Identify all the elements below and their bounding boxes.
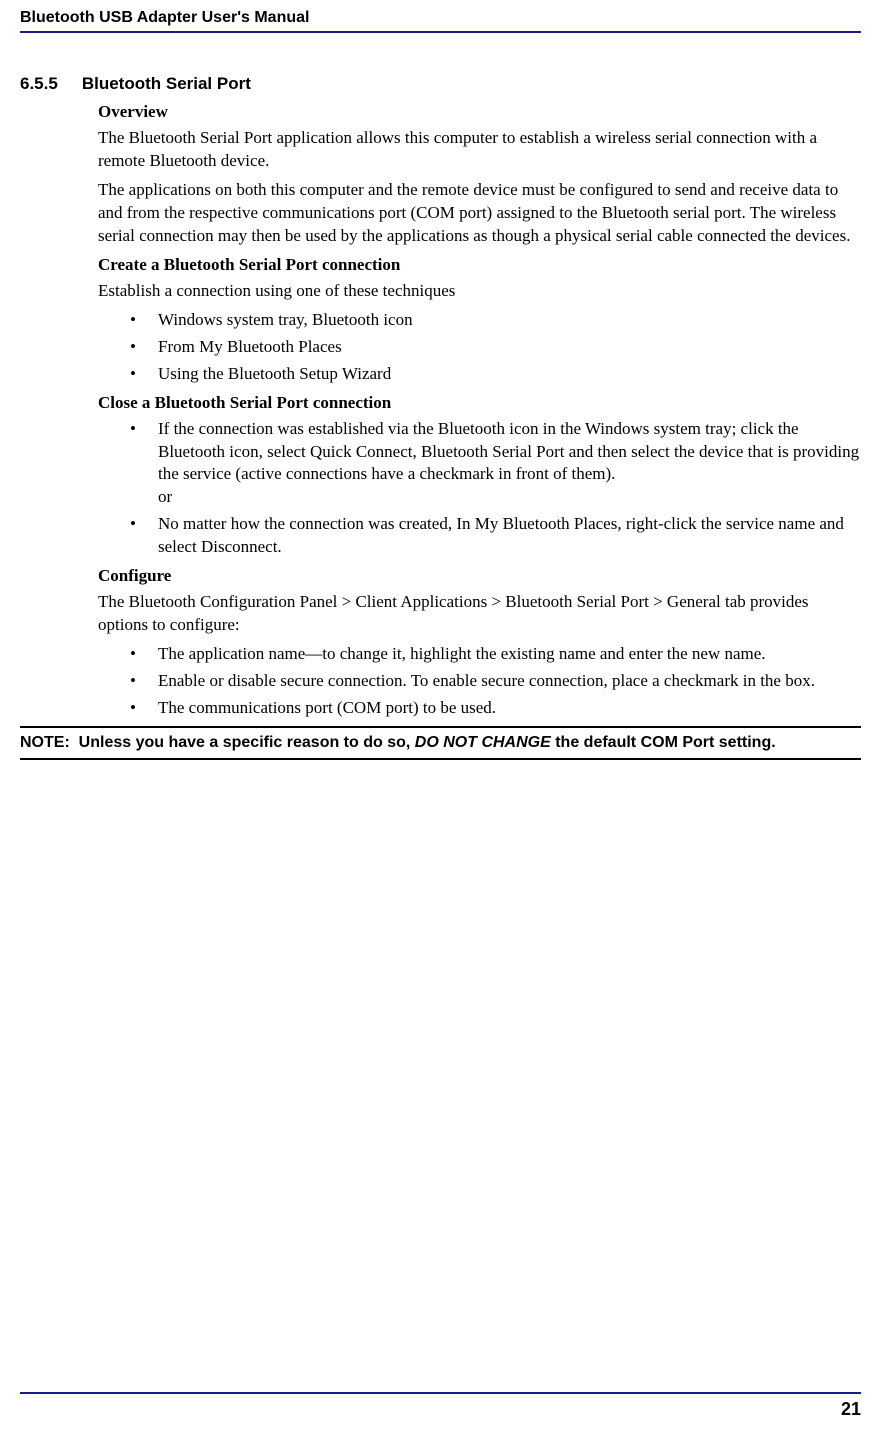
- list-item: Enable or disable secure connection. To …: [130, 670, 861, 693]
- list-item: No matter how the connection was created…: [130, 513, 861, 559]
- create-list: Windows system tray, Bluetooth icon From…: [130, 309, 861, 386]
- configure-list: The application name—to change it, highl…: [130, 643, 861, 720]
- note-suffix: the default COM Port setting.: [551, 734, 776, 751]
- configure-heading: Configure: [98, 565, 861, 587]
- content-block: Overview The Bluetooth Serial Port appli…: [98, 101, 861, 720]
- list-item: Using the Bluetooth Setup Wizard: [130, 363, 861, 386]
- close-list: If the connection was established via th…: [130, 418, 861, 560]
- overview-paragraph-1: The Bluetooth Serial Port application al…: [98, 127, 861, 173]
- document-header: Bluetooth USB Adapter User's Manual: [20, 0, 861, 33]
- header-title: Bluetooth USB Adapter User's Manual: [20, 9, 309, 26]
- document-footer: 21: [20, 1392, 861, 1422]
- note-prefix: Unless you have a specific reason to do …: [79, 734, 415, 751]
- close-heading: Close a Bluetooth Serial Port connection: [98, 392, 861, 414]
- note-label: NOTE:: [20, 734, 70, 751]
- list-item: The application name—to change it, highl…: [130, 643, 861, 666]
- page-number: 21: [841, 1399, 861, 1419]
- list-item: From My Bluetooth Places: [130, 336, 861, 359]
- create-intro: Establish a connection using one of thes…: [98, 280, 861, 303]
- section-title: Bluetooth Serial Port: [82, 74, 251, 93]
- section-number: 6.5.5: [20, 73, 58, 95]
- overview-heading: Overview: [98, 101, 861, 123]
- create-heading: Create a Bluetooth Serial Port connectio…: [98, 254, 861, 276]
- section-heading: 6.5.5 Bluetooth Serial Port: [20, 73, 861, 95]
- note-emphasis: DO NOT CHANGE: [415, 734, 551, 751]
- note-content: NOTE: Unless you have a specific reason …: [20, 732, 861, 754]
- list-item: If the connection was established via th…: [130, 418, 861, 510]
- list-item: Windows system tray, Bluetooth icon: [130, 309, 861, 332]
- list-item: The communications port (COM port) to be…: [130, 697, 861, 720]
- note-section: NOTE: Unless you have a specific reason …: [20, 726, 861, 760]
- overview-paragraph-2: The applications on both this computer a…: [98, 179, 861, 248]
- configure-intro: The Bluetooth Configuration Panel > Clie…: [98, 591, 861, 637]
